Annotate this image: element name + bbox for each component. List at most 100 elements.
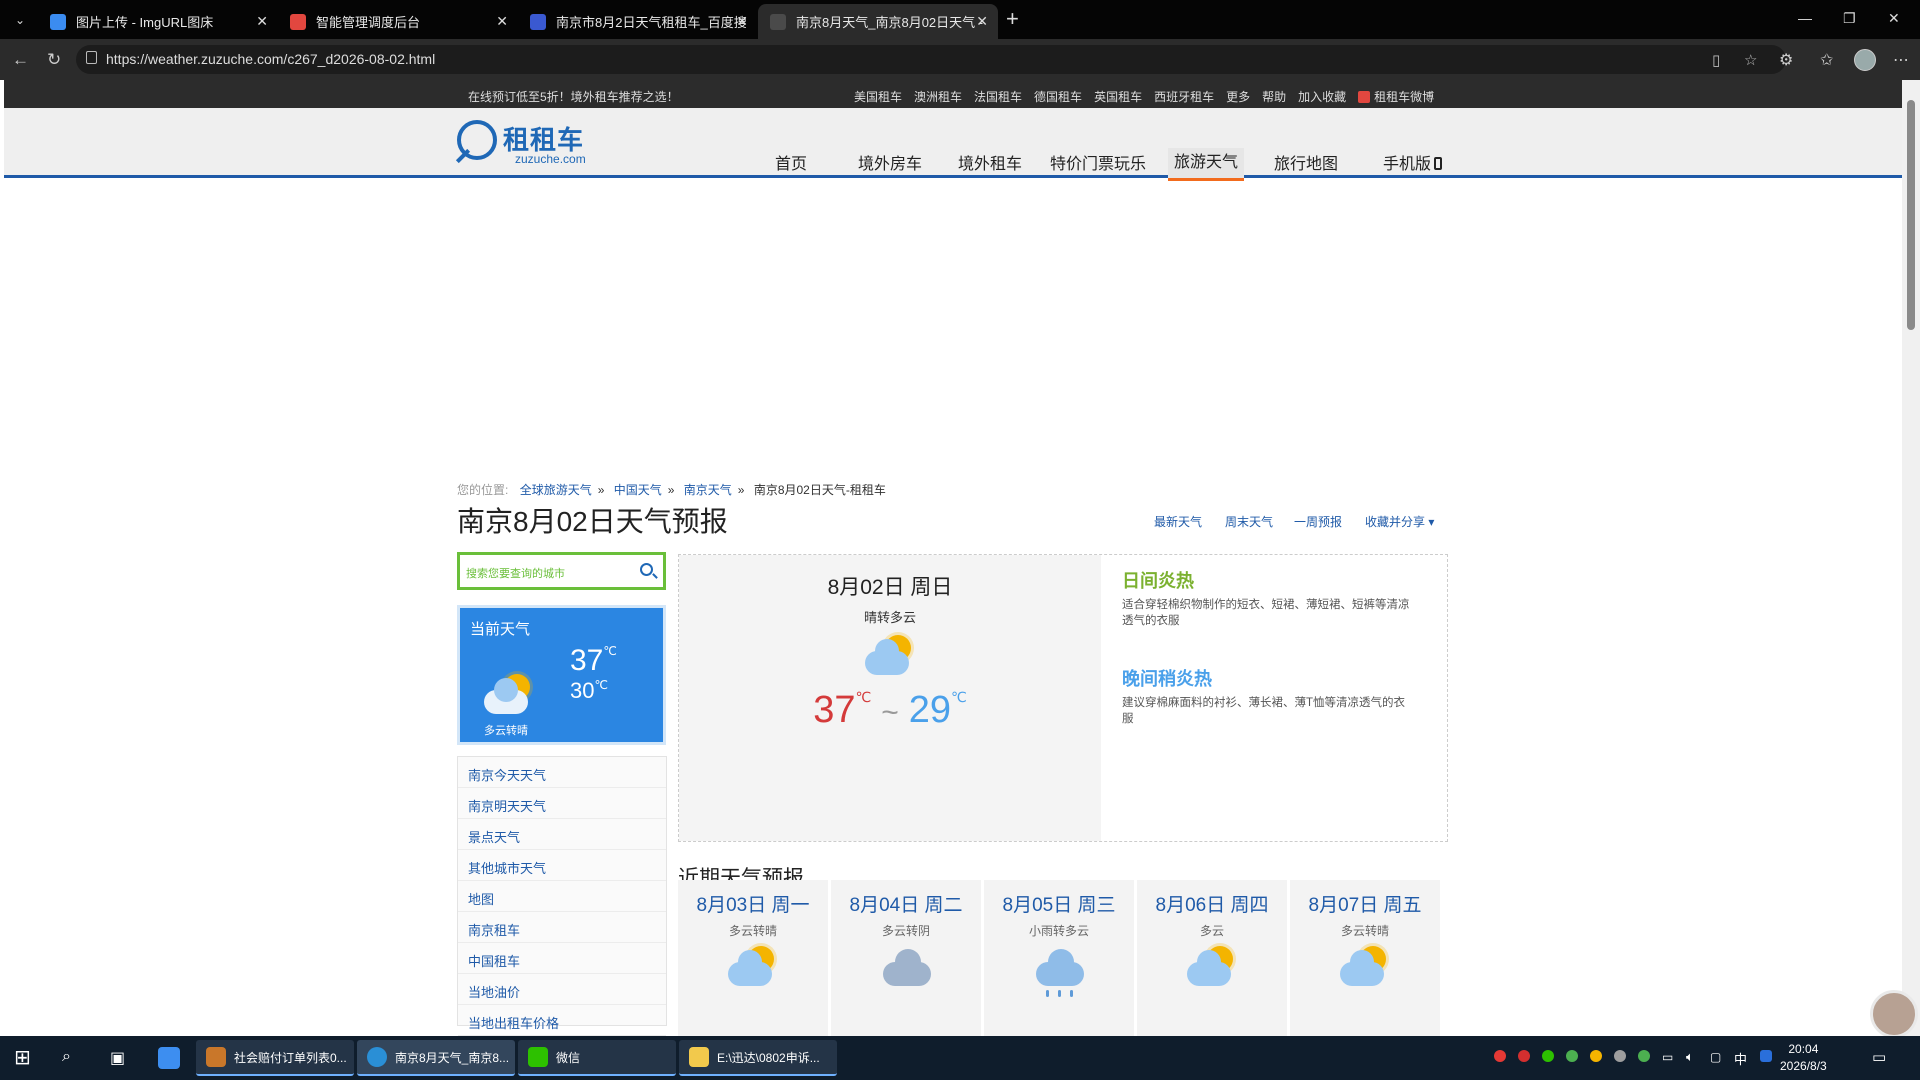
reader-mode-icon[interactable]: ▯ <box>1712 51 1720 69</box>
nav-rv[interactable]: 境外房车 <box>858 150 922 174</box>
today-summary: 8月02日 周日 晴转多云 37℃ ~29℃ <box>679 555 1101 841</box>
breadcrumb-global-weather[interactable]: 全球旅游天气 <box>520 483 592 497</box>
breadcrumb-nanjing-weather[interactable]: 南京天气 <box>684 483 732 497</box>
city-search-input[interactable]: 搜索您要查询的城市 <box>457 552 666 590</box>
nav-car-rental[interactable]: 境外租车 <box>958 150 1022 174</box>
sidebar-item-taxi-price[interactable]: 当地出租车价格 <box>458 1005 666 1036</box>
browser-tab-4-active[interactable]: 南京8月天气_南京8月02日天气 - 租租车 ✕ <box>758 4 998 39</box>
tray-app-icon[interactable] <box>1566 1050 1578 1062</box>
link-week-forecast[interactable]: 一周预报 <box>1294 513 1342 530</box>
nav-tickets[interactable]: 特价门票玩乐 <box>1050 150 1146 174</box>
tray-app-icon[interactable] <box>1760 1050 1772 1062</box>
tray-app-icon[interactable] <box>1614 1050 1626 1062</box>
search-icon[interactable]: ⌕ <box>62 1048 71 1066</box>
cloud-sun-icon <box>1185 944 1241 990</box>
display-icon[interactable]: ▢ <box>1710 1050 1721 1064</box>
browser-tab-3[interactable]: 南京市8月2日天气租租车_百度搜索 ✕ <box>518 4 758 39</box>
forecast-desc: 多云转阴 <box>881 924 930 938</box>
sidebar-item-fuel-price[interactable]: 当地油价 <box>458 974 666 1005</box>
url-text[interactable]: https://weather.zuzuche.com/c267_d2026-0… <box>106 51 435 67</box>
top-link-es[interactable]: 西班牙租车 <box>1154 88 1214 105</box>
nav-weather[interactable]: 旅游天气 <box>1168 148 1245 181</box>
taskbar-app-explorer[interactable]: E:\迅达\0802申诉... <box>679 1040 837 1076</box>
link-bookmark-share[interactable]: 收藏并分享 ▾ <box>1365 513 1434 530</box>
link-latest-weather[interactable]: 最新天气 <box>1154 513 1202 530</box>
tab-list-dropdown-icon[interactable]: ⌄ <box>6 8 34 32</box>
top-link-au[interactable]: 澳洲租车 <box>914 88 962 105</box>
taskbar-app-wps[interactable]: 社会赔付订单列表0... <box>196 1040 354 1076</box>
breadcrumb-china-weather[interactable]: 中国天气 <box>614 483 662 497</box>
taskbar-app-wechat[interactable]: 微信 <box>518 1040 676 1076</box>
system-clock[interactable]: 20:04 2026/8/3 <box>1780 1041 1827 1075</box>
floating-avatar[interactable] <box>1870 990 1918 1038</box>
reload-icon[interactable]: ↻ <box>47 50 61 70</box>
top-link-fr[interactable]: 法国租车 <box>974 88 1022 105</box>
notification-icon[interactable]: ▭ <box>1872 1048 1886 1066</box>
nav-map[interactable]: 旅行地图 <box>1274 150 1338 174</box>
network-icon[interactable]: ▭ <box>1662 1050 1673 1064</box>
browser-tab-1[interactable]: 图片上传 - ImgURL图床 ✕ <box>38 4 278 39</box>
top-link-us[interactable]: 美国租车 <box>854 88 902 105</box>
tab-close-icon[interactable]: ✕ <box>256 13 268 30</box>
forecast-day-1[interactable]: 8月03日 周一 多云转晴 <box>678 880 828 1036</box>
favorites-icon[interactable]: ✩ <box>1820 50 1833 70</box>
more-menu-icon[interactable]: ⋯ <box>1893 50 1909 70</box>
cloud-sun-icon <box>726 944 782 990</box>
top-link-bookmark[interactable]: 加入收藏 <box>1298 88 1346 105</box>
browser-tab-2[interactable]: 智能管理调度后台 ✕ <box>278 4 518 39</box>
sidebar-item-tomorrow[interactable]: 南京明天天气 <box>458 788 666 819</box>
windows-start-icon[interactable]: ⊞ <box>14 1045 31 1070</box>
pinned-app-icon[interactable] <box>158 1047 180 1069</box>
top-link-more[interactable]: 更多 <box>1226 88 1250 105</box>
top-link-weibo[interactable]: 租租车微博 <box>1358 88 1434 105</box>
tray-app-icon[interactable] <box>1494 1050 1506 1062</box>
tray-wechat-icon[interactable] <box>1542 1050 1554 1062</box>
back-icon[interactable]: ← <box>12 50 29 70</box>
restore-icon[interactable]: ❐ <box>1843 10 1856 27</box>
tray-app-icon[interactable] <box>1518 1050 1530 1062</box>
sidebar-item-map[interactable]: 地图 <box>458 881 666 912</box>
promo-text[interactable]: 在线预订低至5折！境外租车推荐之选！ <box>468 88 679 105</box>
tab-close-icon[interactable]: ✕ <box>496 13 508 30</box>
forecast-day-2[interactable]: 8月04日 周二 多云转阴 <box>831 880 981 1036</box>
clock-date: 2026/8/3 <box>1780 1059 1827 1073</box>
tab-close-icon[interactable]: ✕ <box>976 13 988 30</box>
forecast-day-5[interactable]: 8月07日 周五 多云转晴 <box>1290 880 1440 1036</box>
tray-security-icon[interactable] <box>1590 1050 1602 1062</box>
lock-icon <box>86 51 97 64</box>
scrollbar-thumb[interactable] <box>1907 100 1915 330</box>
task-view-icon[interactable]: ▣ <box>110 1048 125 1068</box>
sidebar-item-china-rental[interactable]: 中国租车 <box>458 943 666 974</box>
search-icon[interactable] <box>640 563 653 576</box>
minimize-icon[interactable]: — <box>1798 10 1812 26</box>
forecast-day-3[interactable]: 8月05日 周三 小雨转多云 <box>984 880 1134 1036</box>
taskbar-app-edge[interactable]: 南京8月天气_南京8... <box>357 1040 515 1076</box>
extensions-icon[interactable]: ⚙ <box>1779 50 1793 70</box>
forecast-day-4[interactable]: 8月06日 周四 多云 <box>1137 880 1287 1036</box>
page-scrollbar[interactable] <box>1902 80 1920 1036</box>
tab-close-icon[interactable]: ✕ <box>736 13 748 30</box>
profile-avatar[interactable] <box>1854 49 1876 71</box>
close-window-icon[interactable]: ✕ <box>1888 10 1900 27</box>
nav-mobile[interactable]: 手机版 <box>1383 150 1443 174</box>
top-link-uk[interactable]: 英国租车 <box>1094 88 1142 105</box>
favorite-star-icon[interactable]: ☆ <box>1744 51 1757 69</box>
address-bar[interactable]: https://weather.zuzuche.com/c267_d2026-0… <box>76 45 1786 74</box>
top-link-de[interactable]: 德国租车 <box>1034 88 1082 105</box>
top-link-help[interactable]: 帮助 <box>1262 88 1286 105</box>
windows-taskbar: ⊞ ⌕ ▣ 社会赔付订单列表0... 南京8月天气_南京8... 微信 E:\迅… <box>0 1036 1920 1080</box>
tray-app-icon[interactable] <box>1638 1050 1650 1062</box>
sidebar-item-scenic[interactable]: 景点天气 <box>458 819 666 850</box>
taskbar-app-label: 微信 <box>556 1050 581 1065</box>
nav-home[interactable]: 首页 <box>775 150 807 174</box>
ime-indicator[interactable]: 中 <box>1734 1049 1747 1068</box>
forecast-desc: 小雨转多云 <box>1028 924 1089 938</box>
new-tab-button[interactable]: + <box>1006 8 1019 30</box>
link-weekend-weather[interactable]: 周末天气 <box>1225 513 1273 530</box>
sidebar-item-nanjing-rental[interactable]: 南京租车 <box>458 912 666 943</box>
cloud-sun-icon <box>1338 944 1394 990</box>
volume-icon[interactable]: 🔈︎ <box>1686 1049 1694 1065</box>
sidebar-item-today[interactable]: 南京今天天气 <box>458 757 666 788</box>
site-logo[interactable]: 租租车 zuzuche.com <box>457 120 597 170</box>
sidebar-item-other-cities[interactable]: 其他城市天气 <box>458 850 666 881</box>
